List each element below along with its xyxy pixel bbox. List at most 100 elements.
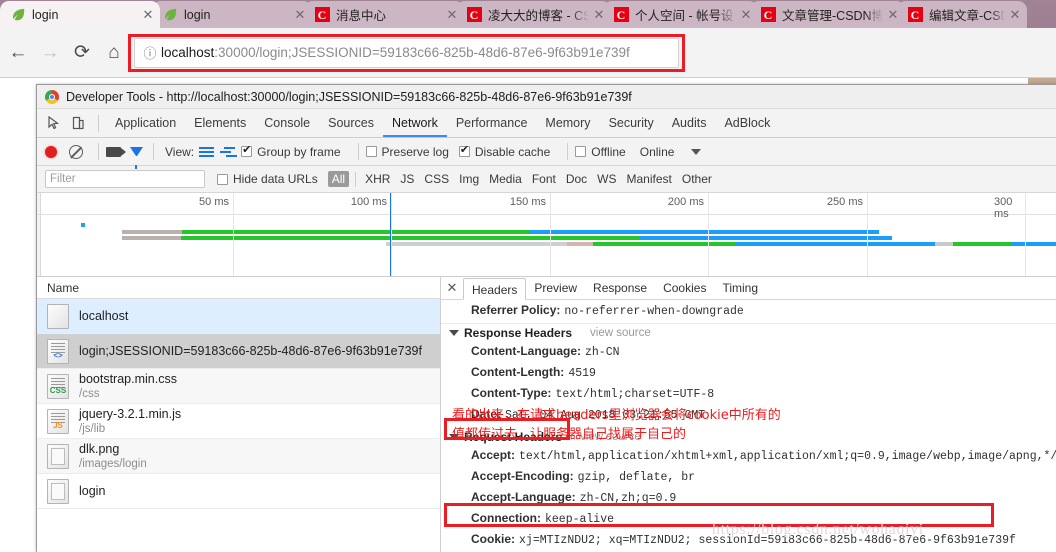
view-list-icon[interactable] bbox=[199, 146, 215, 158]
overview-tick-label: 250 ms bbox=[826, 196, 863, 208]
resource-type-filter-other[interactable]: Other bbox=[677, 172, 717, 186]
csdn-icon: C bbox=[466, 7, 482, 23]
offline-checkbox[interactable]: Offline bbox=[575, 145, 626, 159]
browser-toolbar: ← → ⟳ ⌂ ⓘ localhost:30000/login;JSESSION… bbox=[0, 28, 1056, 78]
reload-button[interactable]: ⟳ bbox=[68, 39, 96, 67]
browser-tab-close-icon[interactable]: ✕ bbox=[138, 8, 156, 21]
request-row-text: dlk.png/images/login bbox=[79, 442, 147, 471]
header-line: Content-Length: 4519 bbox=[441, 363, 1056, 384]
checkbox-box[interactable] bbox=[241, 144, 253, 157]
header-value: keep-alive bbox=[545, 513, 615, 526]
overview-gridline bbox=[233, 193, 234, 276]
request-row[interactable]: localhost bbox=[37, 299, 440, 334]
checkbox-box[interactable] bbox=[575, 146, 587, 157]
close-icon[interactable]: ✕ bbox=[445, 281, 459, 295]
browser-tab-close-icon[interactable]: ✕ bbox=[1005, 8, 1023, 21]
disable-cache-label: Disable cache bbox=[474, 144, 551, 159]
browser-tab-title: login bbox=[32, 7, 59, 22]
request-list-column-header[interactable]: Name bbox=[37, 277, 440, 299]
request-row[interactable]: dlk.png/images/login bbox=[37, 439, 440, 474]
resource-type-filter-manifest[interactable]: Manifest bbox=[622, 172, 677, 186]
resource-type-filter-font[interactable]: Font bbox=[527, 172, 561, 186]
browser-tab-0[interactable]: login ✕ bbox=[0, 1, 160, 28]
devtools-tab-security[interactable]: Security bbox=[600, 109, 663, 137]
detail-tab-headers[interactable]: Headers bbox=[463, 278, 527, 300]
devtools-tab-audits[interactable]: Audits bbox=[663, 109, 716, 137]
browser-tab-4[interactable]: C 个人空间 - 帐号设 ✕ bbox=[603, 1, 758, 28]
csdn-icon: C bbox=[907, 7, 923, 23]
hide-data-urls-checkbox[interactable]: Hide data URLs bbox=[217, 172, 318, 186]
csdn-logo-icon: C bbox=[314, 7, 330, 22]
request-row[interactable]: <> login;JSESSIONID=59183c66-825b-48d6-87… bbox=[37, 334, 440, 369]
network-toolbar: View: Group by frame Preserve log Disabl… bbox=[37, 138, 1056, 169]
browser-tab-6[interactable]: C 编辑文章-CSD ✕ bbox=[897, 1, 1027, 28]
devtools-window: Developer Tools - http://localhost:30000… bbox=[36, 84, 1056, 552]
resource-type-filter-all[interactable]: All bbox=[327, 171, 350, 187]
request-path: /images/login bbox=[79, 457, 147, 470]
request-row[interactable]: JS jquery-3.2.1.min.js/js/lib bbox=[37, 404, 440, 439]
browser-tab-1[interactable]: login ✕ bbox=[152, 1, 312, 28]
browser-tab-3[interactable]: C 凌大大的博客 - CS ✕ bbox=[456, 1, 611, 28]
group-by-frame-checkbox[interactable]: Group by frame bbox=[241, 144, 341, 159]
request-name: login;JSESSIONID=59183c66-825b-48d6-87e6… bbox=[79, 343, 422, 358]
checkbox-box[interactable] bbox=[365, 146, 377, 157]
disable-cache-checkbox[interactable]: Disable cache bbox=[458, 144, 551, 159]
capture-screenshots-icon[interactable] bbox=[106, 146, 126, 157]
devtools-tab-console[interactable]: Console bbox=[255, 109, 319, 137]
spring-leaf-icon bbox=[10, 7, 26, 23]
filter-input[interactable]: Filter bbox=[45, 170, 205, 188]
home-button[interactable]: ⌂ bbox=[100, 39, 128, 67]
resource-type-filter-js[interactable]: JS bbox=[395, 172, 419, 186]
back-button[interactable]: ← bbox=[4, 39, 32, 67]
page-info-icon[interactable]: ⓘ bbox=[143, 46, 157, 61]
funnel-icon[interactable] bbox=[130, 147, 143, 169]
detail-tab-timing[interactable]: Timing bbox=[714, 277, 766, 299]
resource-type-filter-xhr[interactable]: XHR bbox=[360, 172, 395, 186]
resource-type-filter-ws[interactable]: WS bbox=[592, 172, 621, 186]
devtools-tab-sources[interactable]: Sources bbox=[319, 109, 383, 137]
resource-type-filter-media[interactable]: Media bbox=[484, 172, 527, 186]
response-headers-group[interactable]: Response Headers view source bbox=[441, 324, 1056, 342]
request-row[interactable]: login bbox=[37, 474, 440, 509]
preserve-log-label: Preserve log bbox=[381, 144, 449, 159]
triangle-down-icon[interactable] bbox=[449, 329, 459, 336]
overview-bar-segment bbox=[567, 242, 593, 246]
chevron-down-icon[interactable] bbox=[691, 148, 702, 155]
view-waterfall-icon[interactable] bbox=[220, 146, 236, 158]
checkbox-box[interactable] bbox=[458, 144, 470, 157]
toggle-device-toolbar-icon[interactable] bbox=[67, 112, 89, 134]
clear-button-icon[interactable] bbox=[69, 144, 83, 159]
devtools-tab-application[interactable]: Application bbox=[106, 109, 185, 137]
checkbox-box[interactable] bbox=[217, 173, 228, 185]
online-throttle-select[interactable]: Online bbox=[640, 145, 675, 159]
browser-tab-5[interactable]: C 文章管理-CSDN博 ✕ bbox=[750, 1, 905, 28]
devtools-window-title: Developer Tools - http://localhost:30000… bbox=[66, 89, 632, 104]
browser-tab-2[interactable]: C 消息中心 ✕ bbox=[304, 1, 464, 28]
image-file-icon bbox=[47, 443, 69, 469]
address-bar[interactable]: ⓘ localhost:30000/login;JSESSIONID=59183… bbox=[134, 37, 679, 68]
header-value: no-referrer-when-downgrade bbox=[564, 304, 744, 318]
forward-button[interactable]: → bbox=[36, 39, 64, 67]
devtools-tab-elements[interactable]: Elements bbox=[185, 109, 255, 137]
chrome-logo-icon bbox=[45, 89, 59, 104]
record-button-icon[interactable] bbox=[45, 145, 57, 158]
devtools-tab-performance[interactable]: Performance bbox=[447, 109, 537, 137]
view-source-link[interactable]: view source bbox=[590, 327, 651, 339]
overview-tick-label: 300 ms bbox=[994, 196, 1013, 220]
preserve-log-checkbox[interactable]: Preserve log bbox=[365, 144, 449, 159]
resource-type-filter-img[interactable]: Img bbox=[454, 172, 484, 186]
resource-type-filter-css[interactable]: CSS bbox=[419, 172, 454, 186]
devtools-tab-adblock[interactable]: AdBlock bbox=[715, 109, 779, 137]
detail-tab-cookies[interactable]: Cookies bbox=[655, 277, 714, 299]
resource-type-filter-doc[interactable]: Doc bbox=[561, 172, 592, 186]
request-row[interactable]: CSS bootstrap.min.css/css bbox=[37, 369, 440, 404]
detail-tab-preview[interactable]: Preview bbox=[526, 277, 585, 299]
inspect-element-icon[interactable] bbox=[43, 112, 65, 134]
csdn-icon: C bbox=[760, 7, 776, 23]
devtools-tab-memory[interactable]: Memory bbox=[536, 109, 599, 137]
network-overview-timeline[interactable]: 50 ms 100 ms 150 ms 200 ms 250 ms 300 ms bbox=[37, 193, 1056, 277]
header-line: Content-Language: zh-CN bbox=[441, 342, 1056, 363]
devtools-tab-network[interactable]: Network bbox=[383, 109, 447, 137]
browser-window-chrome: login ✕ login ✕ C 消息中心 ✕ C 凌大大的博客 - CS ✕ C 个人空间 - 帐… bbox=[0, 0, 1056, 78]
detail-tab-response[interactable]: Response bbox=[585, 277, 655, 299]
